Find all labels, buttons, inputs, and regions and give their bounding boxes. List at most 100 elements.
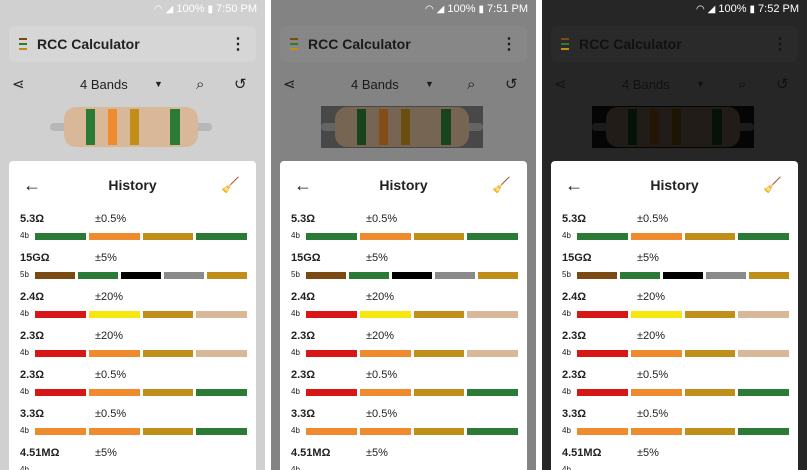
clear-history-icon[interactable]: 🧹 [763,176,782,194]
wifi-icon: ◠ [424,3,434,15]
share-icon[interactable]: ⋖ [554,75,567,93]
app-bar: RCC Calculator ⋮ [280,26,527,62]
entry-value: 2.3Ω [20,369,45,381]
history-entry[interactable]: 5.3Ω ±0.5% 4b [280,209,527,248]
back-arrow-icon[interactable]: ← [294,175,312,196]
entry-band-type: 4b [562,465,571,470]
history-entry[interactable]: 4.51MΩ ±5% 4b [280,443,527,470]
color-band-black [663,272,703,279]
entry-band-type: 4b [562,231,571,240]
more-vert-icon[interactable]: ⋮ [772,34,788,54]
entry-tolerance: ±20% [366,291,395,303]
entry-band-type: 4b [20,426,29,435]
band-count-select[interactable]: 4 Bands [351,77,399,92]
signal-icon: ◢ [707,3,716,15]
chevron-down-icon[interactable]: ▼ [154,79,163,89]
history-entry[interactable]: 2.4Ω ±20% 4b [280,287,527,326]
battery-label: 100% [176,3,205,15]
history-entry[interactable]: 2.3Ω ±20% 4b [280,326,527,365]
color-band-gold [413,389,465,396]
entry-tolerance: ±0.5% [637,369,669,381]
color-band-yellow [88,311,140,318]
history-entry[interactable]: 4.51MΩ ±5% 4b [551,443,798,470]
entry-value: 4.51MΩ [20,447,60,459]
color-band-red [577,311,628,318]
entry-tolerance: ±0.5% [637,408,669,420]
status-bar: ◠ ◢ 100% ▮ 7:51 PM [271,0,536,18]
clear-history-icon[interactable]: 🧹 [221,176,240,194]
color-band-grey [435,272,475,279]
chevron-down-icon[interactable]: ▼ [696,79,705,89]
color-band-orange [88,389,140,396]
entry-tolerance: ±5% [95,447,117,459]
color-band-red [35,350,86,357]
more-vert-icon[interactable]: ⋮ [230,34,246,54]
history-icon[interactable]: ↺ [776,75,789,93]
history-entry[interactable]: 2.3Ω ±0.5% 4b [280,365,527,404]
entry-tolerance: ±20% [637,291,666,303]
share-icon[interactable]: ⋖ [283,75,296,93]
back-arrow-icon[interactable]: ← [23,175,41,196]
screenshot-composite: ◠ ◢ 100% ▮ 7:50 PM RCC Calculator ⋮ ⋖ 4 … [0,0,807,470]
band-count-select[interactable]: 4 Bands [622,77,670,92]
color-band-gold [413,233,465,240]
entry-band-type: 4b [20,348,29,357]
entry-value: 3.3Ω [20,408,45,420]
battery-label: 100% [447,3,476,15]
history-entry[interactable]: 2.4Ω ±20% 4b [9,287,256,326]
share-icon[interactable]: ⋖ [12,75,25,93]
history-icon[interactable]: ↺ [234,75,247,93]
color-band-orange [88,428,140,435]
history-entry[interactable]: 5.3Ω ±0.5% 4b [551,209,798,248]
color-band-gold [142,233,194,240]
color-band-green [738,389,789,396]
history-entry[interactable]: 15GΩ ±5% 5b [9,248,256,287]
entry-value: 2.4Ω [562,291,587,303]
app-title: RCC Calculator [308,36,411,52]
color-band-gold [413,350,465,357]
more-vert-icon[interactable]: ⋮ [501,34,517,54]
color-band-orange [35,428,86,435]
history-entry[interactable]: 2.3Ω ±0.5% 4b [551,365,798,404]
color-band-gold [684,428,736,435]
search-icon[interactable]: ⌕ [738,76,746,93]
color-band-green [620,272,660,279]
entry-value: 15GΩ [562,252,592,264]
entry-value: 2.3Ω [562,369,587,381]
history-entry[interactable]: 4.51MΩ ±5% 4b [9,443,256,470]
phone-panel-2: ◠ ◢ 100% ▮ 7:51 PM RCC Calculator ⋮ ⋖ 4 … [271,0,536,470]
color-band-green [35,233,86,240]
history-icon[interactable]: ↺ [505,75,518,93]
color-band-orange [359,350,411,357]
entry-band-type: 4b [291,426,300,435]
resistor-logo-icon [290,33,298,55]
search-icon[interactable]: ⌕ [467,76,475,93]
history-entry[interactable]: 15GΩ ±5% 5b [551,248,798,287]
color-band-gold [684,233,736,240]
color-band-tan [738,350,789,357]
entry-tolerance: ±5% [637,447,659,459]
chevron-down-icon[interactable]: ▼ [425,79,434,89]
history-entry[interactable]: 2.3Ω ±0.5% 4b [9,365,256,404]
history-entry[interactable]: 2.3Ω ±20% 4b [551,326,798,365]
entry-tolerance: ±5% [95,252,117,264]
clear-history-icon[interactable]: 🧹 [492,176,511,194]
history-card: ← History 🧹 5.3Ω ±0.5% 4b 15GΩ ±5% 5b 2.4Ω ±20%… [280,161,527,470]
entry-tolerance: ±0.5% [366,213,398,225]
color-band-green [577,233,628,240]
color-band-gold [142,311,194,318]
entry-tolerance: ±5% [366,252,388,264]
history-entry[interactable]: 2.3Ω ±20% 4b [9,326,256,365]
color-band-red [35,389,86,396]
history-entry[interactable]: 2.4Ω ±20% 4b [551,287,798,326]
history-entry[interactable]: 5.3Ω ±0.5% 4b [9,209,256,248]
color-band-orange [577,428,628,435]
history-entry[interactable]: 3.3Ω ±0.5% 4b [280,404,527,443]
history-entry[interactable]: 15GΩ ±5% 5b [280,248,527,287]
search-icon[interactable]: ⌕ [196,76,204,93]
back-arrow-icon[interactable]: ← [565,175,583,196]
history-entry[interactable]: 3.3Ω ±0.5% 4b [9,404,256,443]
band-count-select[interactable]: 4 Bands [80,77,128,92]
history-entry[interactable]: 3.3Ω ±0.5% 4b [551,404,798,443]
entry-color-bands [577,389,789,396]
